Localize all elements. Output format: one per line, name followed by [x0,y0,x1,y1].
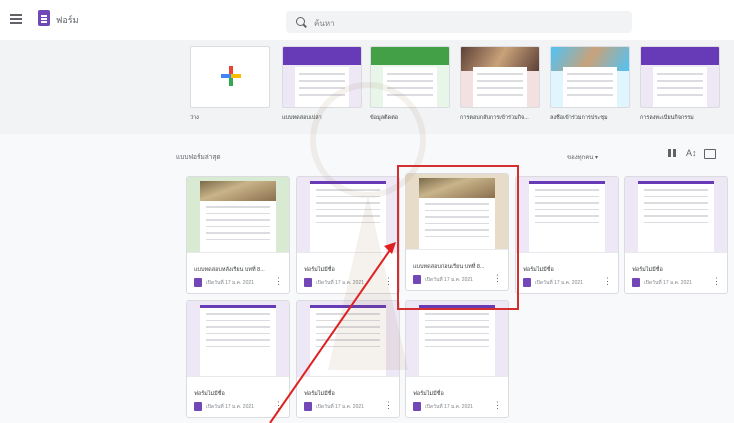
annotation-arrow [269,242,396,423]
